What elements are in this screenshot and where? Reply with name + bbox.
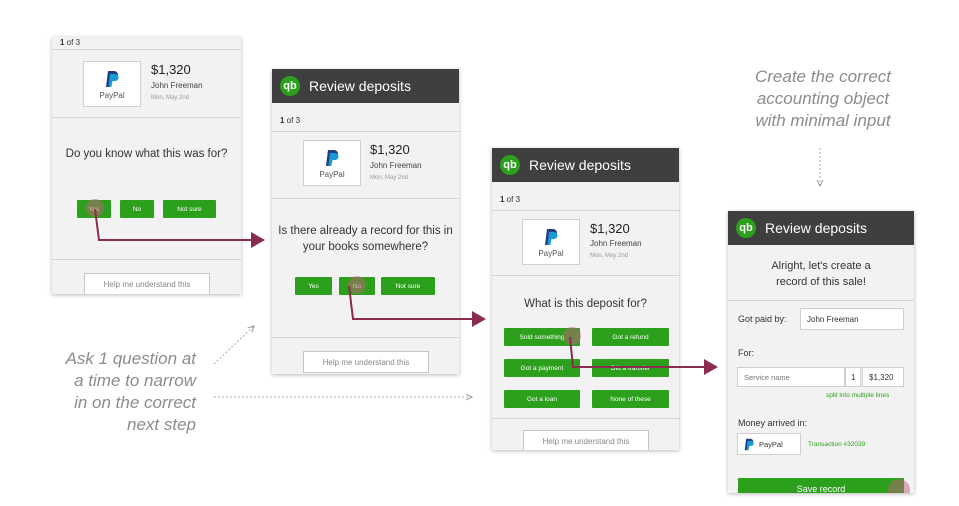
for-label: For: — [738, 348, 755, 358]
paypal-card: PayPal — [522, 219, 580, 265]
divider — [728, 300, 914, 301]
header-title: Review deposits — [309, 78, 411, 94]
deposit-amount: $1,320 — [590, 221, 630, 236]
divider — [52, 49, 241, 50]
divider — [272, 198, 459, 199]
got-paid-label: Got paid by: — [738, 314, 787, 324]
confirmation-heading: Alright, let's create a record of this s… — [771, 260, 871, 288]
divider — [52, 117, 241, 118]
tap-indicator — [888, 479, 910, 493]
no-button[interactable]: No — [120, 200, 154, 218]
payer-name: John Freeman — [370, 161, 422, 170]
amount-field[interactable]: $1,320 — [862, 367, 904, 387]
split-lines-link[interactable]: split into multiple lines — [826, 392, 889, 399]
question-text: What is this deposit for? — [524, 298, 647, 310]
quantity-field[interactable]: 1 — [845, 367, 861, 387]
divider — [492, 418, 679, 419]
tap-indicator — [563, 327, 581, 345]
payer-field[interactable]: John Freeman — [800, 308, 904, 330]
divider — [492, 275, 679, 276]
paypal-logo-icon — [744, 438, 754, 450]
divider — [272, 131, 459, 132]
help-button[interactable]: Help me understand this — [303, 351, 429, 373]
payment-label: PayPal — [99, 91, 125, 100]
question-text: Is there already a record for this in yo… — [278, 225, 453, 253]
money-arrived-label: Money arrived in: — [738, 418, 808, 428]
header-title: Review deposits — [765, 220, 867, 236]
got-a-refund-button[interactable]: Got a refund — [592, 328, 669, 346]
account-selector[interactable]: PayPal — [737, 433, 801, 455]
transaction-link[interactable]: Transaction #32039 — [808, 441, 865, 448]
screen-1: 1 of 3 PayPal $1,320 John Freeman Mon, M… — [52, 37, 241, 294]
quickbooks-logo-icon: qb — [500, 155, 520, 175]
quickbooks-logo-icon: qb — [736, 218, 756, 238]
service-name-input[interactable] — [737, 367, 845, 387]
yes-button[interactable]: Yes — [295, 277, 332, 295]
not-sure-button[interactable]: Not sure — [381, 277, 435, 295]
account-label: PayPal — [759, 439, 783, 449]
not-sure-button[interactable]: Not sure — [163, 200, 216, 218]
deposit-amount: $1,320 — [151, 62, 191, 77]
quickbooks-logo-icon: qb — [280, 76, 300, 96]
paypal-card: PayPal — [303, 140, 361, 186]
paypal-logo-icon — [545, 229, 558, 245]
screen-4: qb Review deposits Alright, let's create… — [728, 211, 914, 493]
deposit-date: Mon, May 2nd — [590, 253, 629, 259]
got-a-payment-button[interactable]: Got a payment — [504, 359, 580, 377]
tap-indicator — [348, 276, 366, 294]
payment-label: PayPal — [319, 170, 345, 179]
dotted-arrow-up — [213, 326, 254, 365]
payment-label: PayPal — [538, 249, 564, 258]
header-title: Review deposits — [529, 157, 631, 173]
payer-name: John Freeman — [151, 81, 203, 90]
divider — [492, 210, 679, 211]
got-a-loan-button[interactable]: Got a loan — [504, 390, 580, 408]
paypal-logo-icon — [106, 71, 119, 87]
paypal-logo-icon — [326, 150, 339, 166]
deposit-amount: $1,320 — [370, 142, 410, 157]
divider — [272, 337, 459, 338]
screen-2: qb Review deposits 1 of 3 PayPal $1,320 … — [272, 69, 459, 374]
help-button[interactable]: Help me understand this — [523, 430, 649, 450]
help-button[interactable]: Help me understand this — [84, 273, 210, 294]
deposit-date: Mon, May 2nd — [370, 175, 409, 181]
question-text: Do you know what this was for? — [65, 148, 228, 160]
app-header: qb Review deposits — [492, 148, 679, 182]
none-of-these-button[interactable]: None of these — [592, 390, 669, 408]
page-counter: 1 of 3 — [280, 116, 301, 125]
payer-name: John Freeman — [590, 239, 642, 248]
app-header: qb Review deposits — [728, 211, 914, 245]
annotation-top-right: Create the correct accounting object wit… — [754, 67, 892, 130]
screen-3: qb Review deposits 1 of 3 PayPal $1,320 … — [492, 148, 679, 450]
annotation-left: Ask 1 question at a time to narrow in on… — [65, 349, 196, 434]
save-record-button[interactable]: Save record — [738, 478, 904, 493]
divider — [52, 259, 241, 260]
did-a-transfer-button[interactable]: Did a transfer — [592, 359, 669, 377]
page-counter: 1 of 3 — [60, 38, 81, 47]
app-header: qb Review deposits — [272, 69, 459, 103]
page-counter: 1 of 3 — [500, 195, 521, 204]
paypal-card: PayPal — [83, 61, 141, 107]
tap-indicator — [86, 199, 104, 217]
deposit-date: Mon, May 2nd — [151, 95, 190, 101]
